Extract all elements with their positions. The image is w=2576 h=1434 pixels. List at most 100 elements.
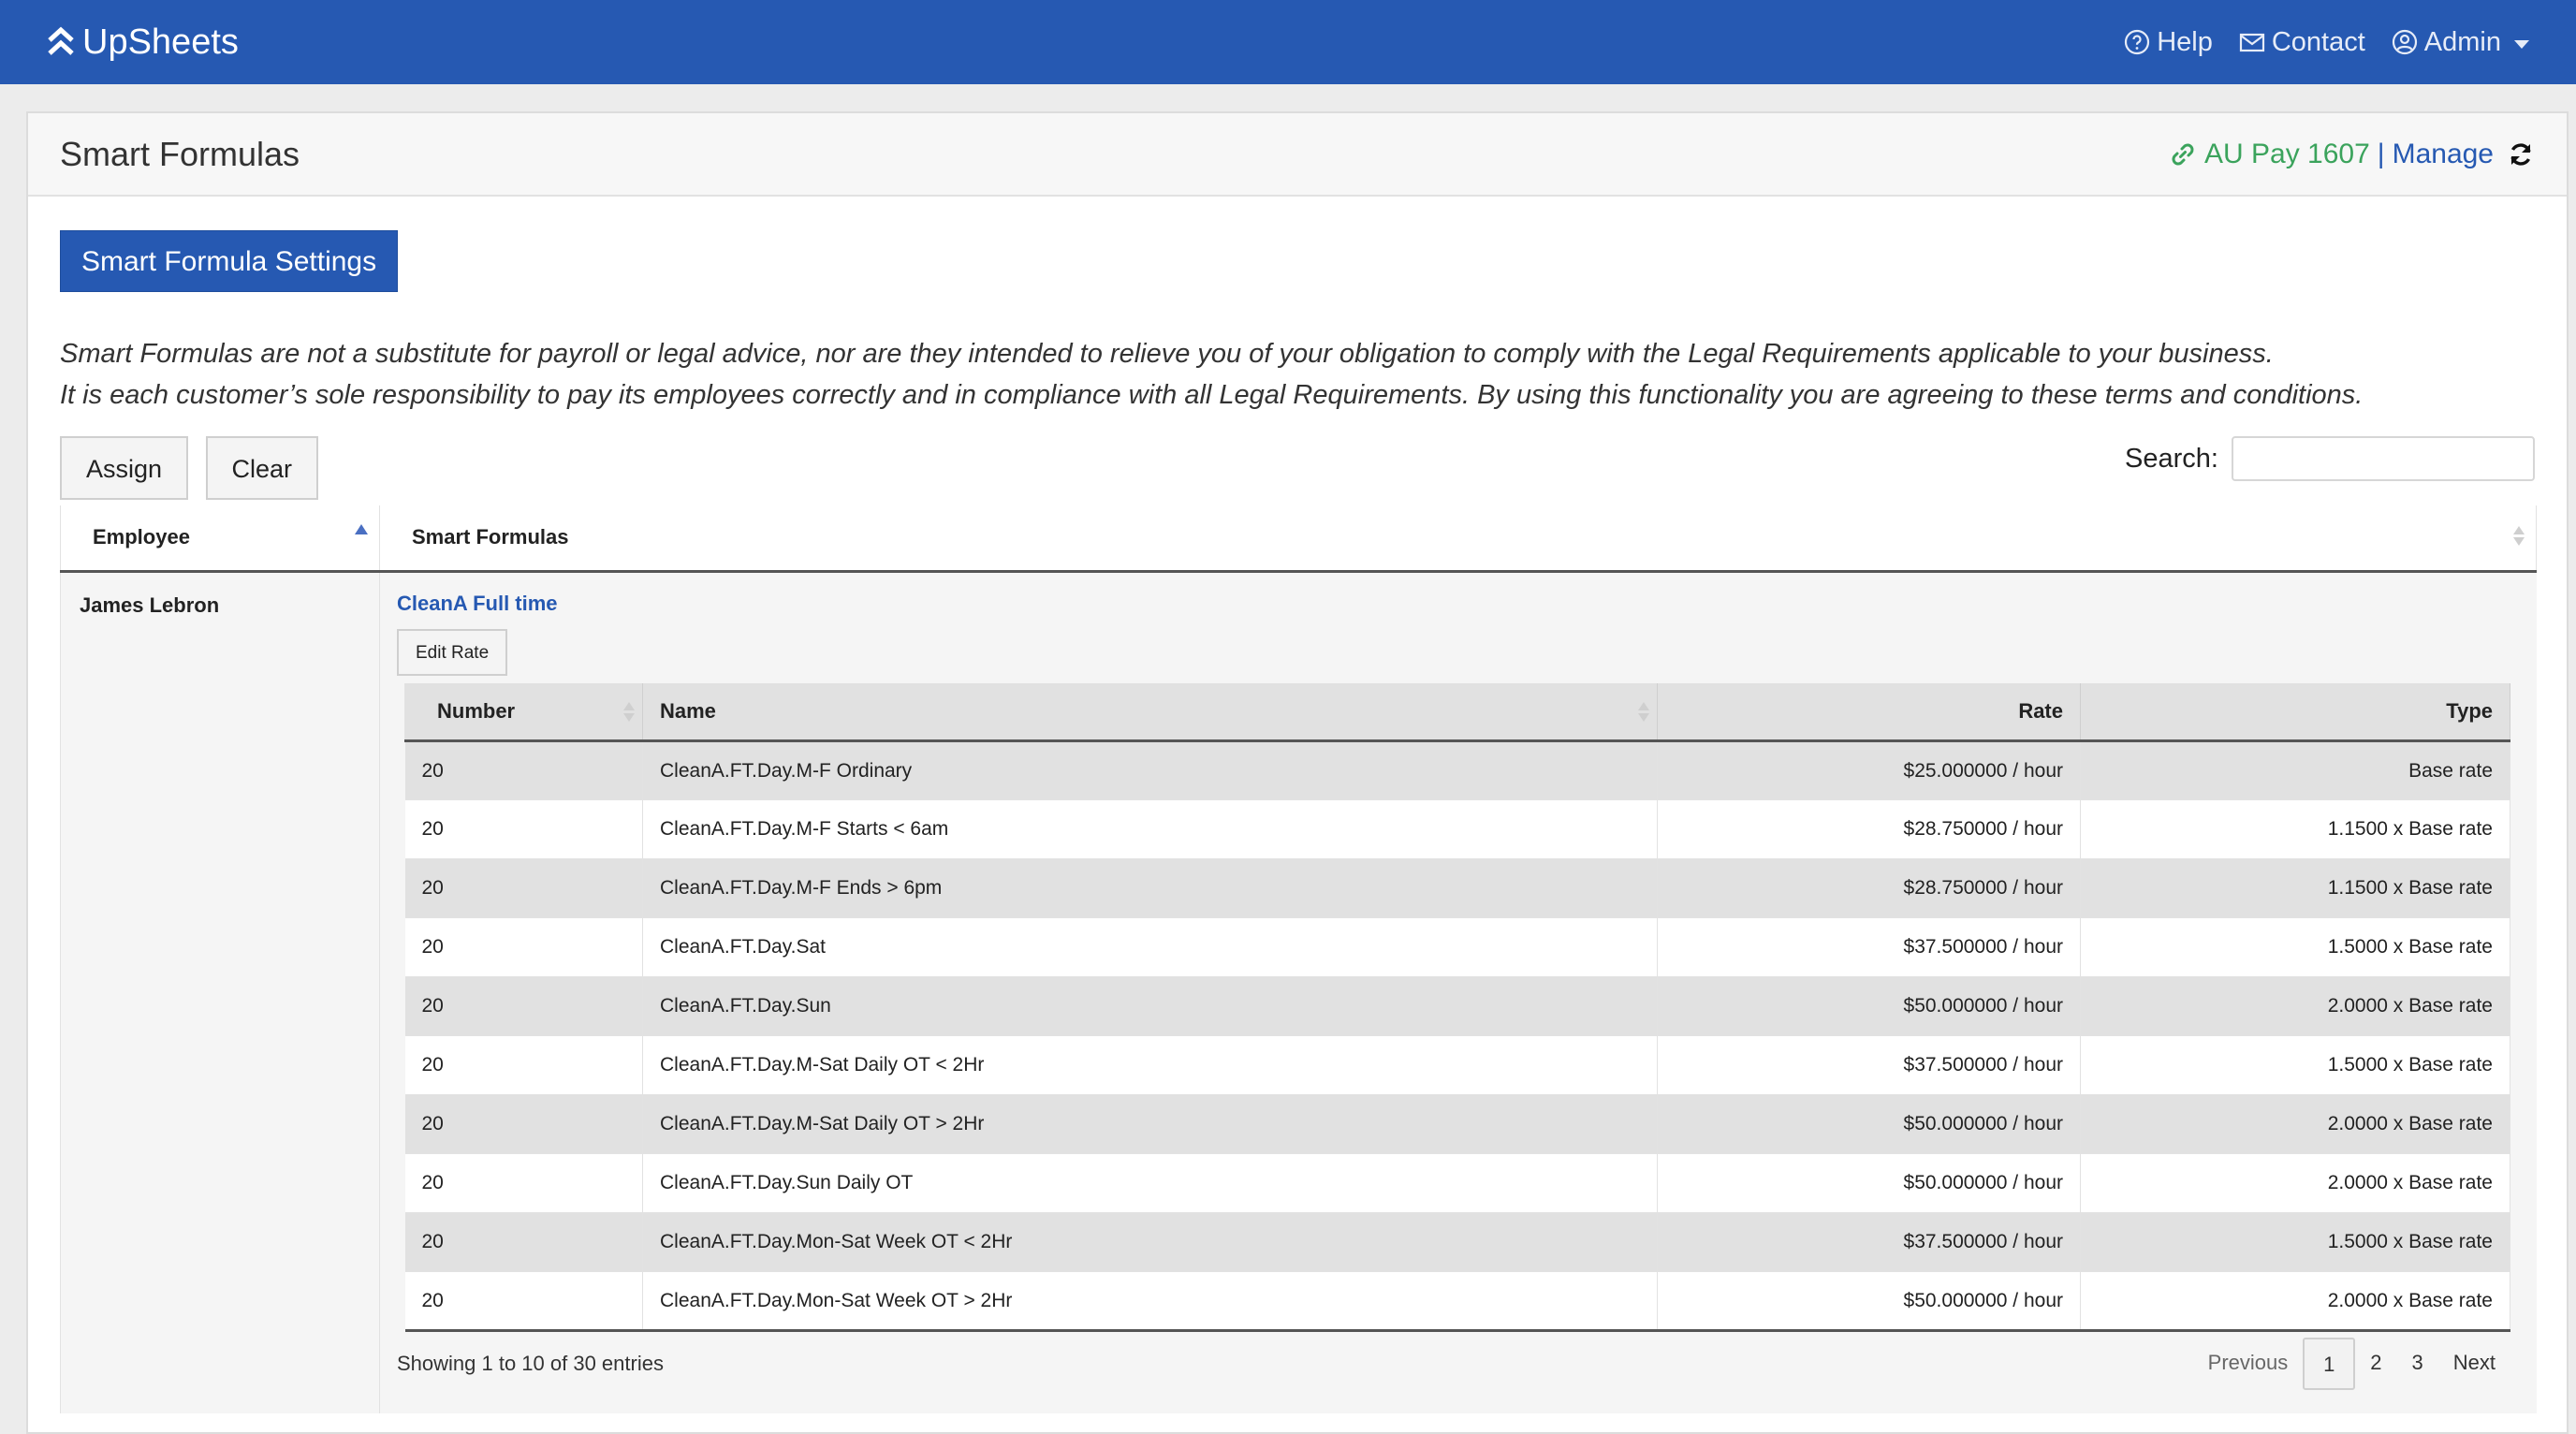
assign-button[interactable]: Assign <box>60 436 189 500</box>
cell-number: 20 <box>404 917 643 977</box>
cell-number: 20 <box>404 1212 643 1272</box>
cell-rate: $37.500000 / hour <box>1657 917 2081 977</box>
search-input[interactable] <box>2232 436 2535 481</box>
cell-name: CleanA.FT.Day.Sun <box>642 976 1658 1036</box>
nav-admin-label: Admin <box>2423 26 2501 57</box>
nav-admin-dropdown[interactable]: Admin <box>2392 27 2529 58</box>
nav-contact[interactable]: Contact <box>2239 27 2365 58</box>
cell-number: 20 <box>404 1035 643 1095</box>
cell-rate: $50.000000 / hour <box>1657 1153 2081 1213</box>
cell-rate: $50.000000 / hour <box>1657 1094 2081 1154</box>
column-header-smart-formulas-label: Smart Formulas <box>412 525 569 549</box>
cell-type: 2.0000 x Base rate <box>2080 1094 2510 1154</box>
header-separator: | <box>2377 138 2385 169</box>
disclaimer-text: Smart Formulas are not a substitute for … <box>60 333 2535 416</box>
cell-rate: $28.750000 / hour <box>1657 799 2081 859</box>
cell-number: 20 <box>404 976 643 1036</box>
user-circle-icon <box>2392 29 2417 55</box>
sort-ascending-icon <box>355 524 368 534</box>
pagination-page-3[interactable]: 3 <box>2397 1338 2438 1390</box>
formula-rates-table: Number Name Rate Type 20 CleanA.FT.Day.M… <box>404 682 2510 1332</box>
column-header-employee-label: Employee <box>93 525 190 549</box>
table-toolbar: Assign Clear Search: <box>60 436 2535 500</box>
disclaimer-line-2: It is each customer’s sole responsibilit… <box>60 380 2364 410</box>
search-label: Search: <box>2125 443 2218 474</box>
table-row: 20 CleanA.FT.Day.Mon-Sat Week OT > 2Hr $… <box>404 1271 2510 1332</box>
cell-type: 1.1500 x Base rate <box>2080 799 2510 859</box>
column-header-number[interactable]: Number <box>404 682 643 742</box>
column-header-smart-formulas[interactable]: Smart Formulas <box>379 505 2537 573</box>
table-row: 20 CleanA.FT.Day.M-F Ends > 6pm $28.7500… <box>404 858 2510 918</box>
cell-rate: $28.750000 / hour <box>1657 858 2081 918</box>
table-row: 20 CleanA.FT.Day.M-Sat Daily OT > 2Hr $5… <box>404 1094 2510 1154</box>
employee-formulas-table: Employee Smart Formulas James Lebron Cle… <box>60 505 2537 1413</box>
pagination-previous[interactable]: Previous <box>2193 1338 2304 1390</box>
search-box: Search: <box>2125 436 2535 481</box>
refresh-icon[interactable] <box>2507 140 2535 168</box>
manage-link[interactable]: Manage <box>2393 139 2494 170</box>
cell-rate: $37.500000 / hour <box>1657 1212 2081 1272</box>
cell-number: 20 <box>404 740 643 800</box>
brand-chevron-icon <box>48 26 74 55</box>
cell-rate: $37.500000 / hour <box>1657 1035 2081 1095</box>
employee-name: James Lebron <box>60 571 380 1413</box>
table-row: 20 CleanA.FT.Day.Sun Daily OT $50.000000… <box>404 1153 2510 1213</box>
panel-header: Smart Formulas AU Pay 1607 | Manage <box>28 113 2567 197</box>
cell-number: 20 <box>404 1094 643 1154</box>
cell-rate: $50.000000 / hour <box>1657 1271 2081 1332</box>
cell-type: 1.5000 x Base rate <box>2080 1035 2510 1095</box>
cell-name: CleanA.FT.Day.Mon-Sat Week OT < 2Hr <box>642 1212 1658 1272</box>
table-footer: Showing 1 to 10 of 30 entries Previous 1… <box>397 1338 2510 1390</box>
nav-contact-label: Contact <box>2271 26 2365 57</box>
sort-icon <box>2513 526 2525 546</box>
formula-name-link[interactable]: CleanA Full time <box>397 592 2512 616</box>
entries-info: Showing 1 to 10 of 30 entries <box>397 1352 664 1375</box>
formula-cell: CleanA Full time Edit Rate Number Name R… <box>379 571 2537 1413</box>
cell-name: CleanA.FT.Day.Mon-Sat Week OT > 2Hr <box>642 1271 1658 1332</box>
cell-name: CleanA.FT.Day.M-Sat Daily OT > 2Hr <box>642 1094 1658 1154</box>
cell-type: 2.0000 x Base rate <box>2080 1271 2510 1332</box>
nav-help[interactable]: Help <box>2124 27 2213 58</box>
cell-name: CleanA.FT.Day.M-Sat Daily OT < 2Hr <box>642 1035 1658 1095</box>
nav-help-label: Help <box>2157 26 2213 57</box>
table-row: 20 CleanA.FT.Day.Sat $37.500000 / hour 1… <box>404 917 2510 977</box>
cell-rate: $25.000000 / hour <box>1657 740 2081 800</box>
smart-formulas-panel: Smart Formulas AU Pay 1607 | Manage Smar… <box>26 111 2569 1434</box>
cell-number: 20 <box>404 858 643 918</box>
cell-number: 20 <box>404 1271 643 1332</box>
cell-type: 1.1500 x Base rate <box>2080 858 2510 918</box>
smart-formula-settings-button[interactable]: Smart Formula Settings <box>60 230 399 292</box>
table-row: 20 CleanA.FT.Day.Mon-Sat Week OT < 2Hr $… <box>404 1212 2510 1272</box>
pagination-page-1[interactable]: 1 <box>2303 1338 2356 1390</box>
column-header-employee[interactable]: Employee <box>60 505 380 573</box>
cell-name: CleanA.FT.Day.M-F Starts < 6am <box>642 799 1658 859</box>
brand-logo[interactable]: UpSheets <box>47 22 239 63</box>
column-header-rate: Rate <box>1657 682 2081 742</box>
cell-name: CleanA.FT.Day.Sat <box>642 917 1658 977</box>
chevron-down-icon <box>2514 39 2529 49</box>
cell-number: 20 <box>404 1153 643 1213</box>
cell-type: 2.0000 x Base rate <box>2080 976 2510 1036</box>
link-icon <box>2172 143 2194 165</box>
column-header-name[interactable]: Name <box>642 682 1658 742</box>
edit-rate-button[interactable]: Edit Rate <box>397 628 508 676</box>
cell-name: CleanA.FT.Day.M-F Ordinary <box>642 740 1658 800</box>
help-circle-icon <box>2125 29 2150 55</box>
cell-type: Base rate <box>2080 740 2510 800</box>
pagination-next[interactable]: Next <box>2438 1338 2510 1390</box>
column-header-number-label: Number <box>437 698 516 723</box>
table-row: 20 CleanA.FT.Day.M-Sat Daily OT < 2Hr $3… <box>404 1035 2510 1095</box>
top-navbar: UpSheets Help Contact Admin <box>0 0 2576 84</box>
disclaimer-line-1: Smart Formulas are not a substitute for … <box>60 339 2274 369</box>
table-row: 20 CleanA.FT.Day.Sun $50.000000 / hour 2… <box>404 976 2510 1036</box>
cell-name: CleanA.FT.Day.M-F Ends > 6pm <box>642 858 1658 918</box>
sort-icon <box>623 701 635 722</box>
sort-icon <box>1638 701 1649 722</box>
pagination-page-2[interactable]: 2 <box>2355 1338 2396 1390</box>
cell-type: 1.5000 x Base rate <box>2080 1212 2510 1272</box>
clear-button[interactable]: Clear <box>205 436 319 500</box>
cell-rate: $50.000000 / hour <box>1657 976 2081 1036</box>
brand-name: UpSheets <box>82 22 239 62</box>
payroll-profile-link[interactable]: AU Pay 1607 <box>2204 139 2370 170</box>
pagination: Previous 1 2 3 Next <box>2193 1338 2510 1390</box>
